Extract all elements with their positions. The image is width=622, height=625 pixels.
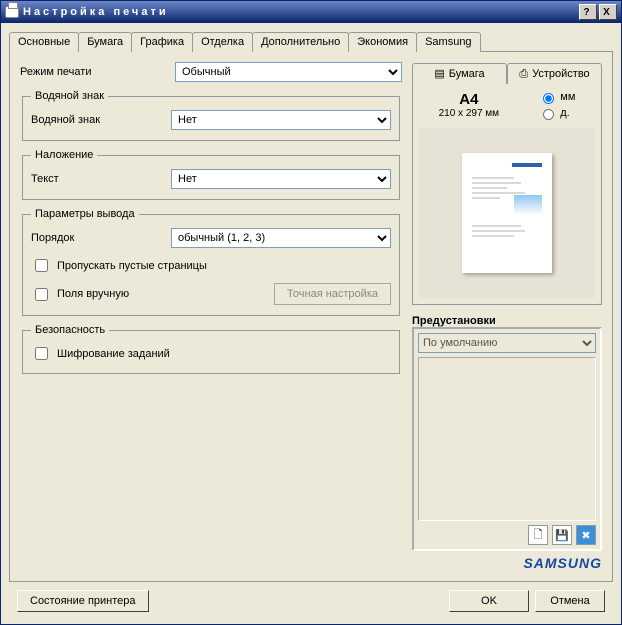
main-tabs: Основные Бумага Графика Отделка Дополнит…	[9, 32, 613, 52]
overlay-legend: Наложение	[31, 149, 97, 161]
fine-tune-button: Точная настройка	[274, 283, 391, 305]
overlay-select[interactable]: Нет	[171, 169, 391, 189]
tab-finish[interactable]: Отделка	[192, 32, 253, 52]
overlay-group: Наложение Текст Нет	[22, 149, 400, 200]
print-mode-row: Режим печати Обычный	[20, 62, 402, 82]
skip-blank-checkbox[interactable]	[35, 259, 48, 272]
right-tab-paper[interactable]: ▤ Бумага	[412, 63, 507, 84]
paper-size: A4	[439, 91, 499, 108]
encrypt-label: Шифрование заданий	[57, 348, 170, 360]
tab-graphics[interactable]: Графика	[131, 32, 193, 52]
cancel-button[interactable]: Отмена	[535, 590, 605, 612]
right-tab-paper-label: Бумага	[449, 68, 485, 80]
print-settings-window: Настройка печати ? X Основные Бумага Гра…	[0, 0, 622, 625]
tab-basic[interactable]: Основные	[9, 32, 79, 52]
samsung-logo: SAMSUNG	[412, 555, 602, 571]
right-column: ▤ Бумага ⎙ Устройство A4 210 x 297 мм	[412, 62, 602, 571]
help-button[interactable]: ?	[579, 4, 597, 20]
preset-save-icon[interactable]: 💾	[552, 525, 572, 545]
presets-list	[418, 357, 596, 521]
watermark-group: Водяной знак Водяной знак Нет	[22, 90, 400, 141]
paper-panel: A4 210 x 297 мм мм д.	[412, 83, 602, 305]
panel: Режим печати Обычный Водяной знак Водяно…	[9, 51, 613, 582]
unit-mm-radio[interactable]	[543, 93, 554, 104]
printer-status-button[interactable]: Состояние принтера	[17, 590, 149, 612]
page-preview	[419, 128, 595, 298]
print-mode-label: Режим печати	[20, 66, 175, 78]
unit-radios: мм д.	[538, 90, 575, 120]
unit-in-label: д.	[560, 107, 569, 119]
right-tabs: ▤ Бумага ⎙ Устройство	[412, 63, 602, 84]
presets-box: По умолчанию 🗋 💾 ✖	[412, 327, 602, 551]
watermark-label: Водяной знак	[31, 114, 171, 126]
tab-samsung[interactable]: Samsung	[416, 32, 480, 52]
printer-icon	[5, 6, 19, 18]
unit-mm-label: мм	[560, 91, 575, 103]
watermark-select[interactable]: Нет	[171, 110, 391, 130]
close-button[interactable]: X	[599, 4, 617, 20]
tab-eco[interactable]: Экономия	[348, 32, 417, 52]
security-group: Безопасность Шифрование заданий	[22, 324, 400, 374]
right-tab-device-label: Устройство	[532, 68, 590, 80]
print-mode-select[interactable]: Обычный	[175, 62, 402, 82]
preset-delete-icon[interactable]: ✖	[576, 525, 596, 545]
unit-in-radio[interactable]	[543, 109, 554, 120]
ok-button[interactable]: OK	[449, 590, 529, 612]
page-icon: ▤	[434, 67, 444, 80]
tab-paper[interactable]: Бумага	[78, 32, 132, 52]
output-legend: Параметры вывода	[31, 208, 139, 220]
watermark-legend: Водяной знак	[31, 90, 108, 102]
page-preview-sheet	[462, 153, 552, 273]
order-select[interactable]: обычный (1, 2, 3)	[171, 228, 391, 248]
output-group: Параметры вывода Порядок обычный (1, 2, …	[22, 208, 400, 316]
tab-advanced[interactable]: Дополнительно	[252, 32, 349, 52]
right-tab-device[interactable]: ⎙ Устройство	[507, 63, 602, 84]
presets-label: Предустановки	[412, 315, 602, 327]
left-column: Режим печати Обычный Водяной знак Водяно…	[20, 62, 402, 571]
presets-select[interactable]: По умолчанию	[418, 333, 596, 353]
content-area: Основные Бумага Графика Отделка Дополнит…	[1, 23, 621, 624]
skip-blank-label: Пропускать пустые страницы	[57, 260, 207, 272]
overlay-label: Текст	[31, 173, 171, 185]
preset-new-icon[interactable]: 🗋	[528, 525, 548, 545]
bottom-bar: Состояние принтера OK Отмена	[9, 582, 613, 620]
paper-dimensions: 210 x 297 мм	[439, 108, 499, 119]
security-legend: Безопасность	[31, 324, 109, 336]
titlebar: Настройка печати ? X	[1, 1, 621, 23]
device-icon: ⎙	[519, 68, 528, 81]
manual-margins-checkbox[interactable]	[35, 288, 48, 301]
encrypt-checkbox[interactable]	[35, 347, 48, 360]
order-label: Порядок	[31, 232, 171, 244]
window-title: Настройка печати	[23, 6, 169, 18]
manual-margins-label: Поля вручную	[57, 288, 129, 300]
